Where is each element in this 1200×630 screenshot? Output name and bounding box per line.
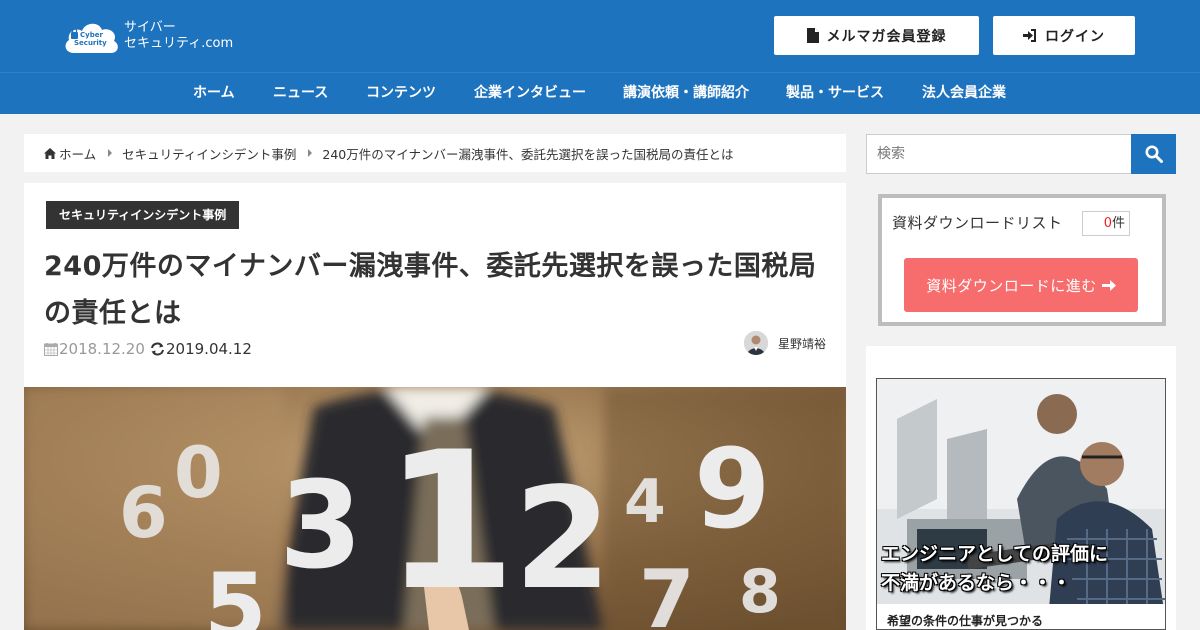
- site-logo[interactable]: Cyber Security サイバー セキュリティ.com: [62, 16, 233, 56]
- breadcrumb-category[interactable]: セキュリティインシデント事例: [122, 144, 296, 163]
- hero-image: 6 0 5 3 1 2 4 9 7 8: [24, 387, 846, 630]
- document-icon: [806, 28, 819, 43]
- article-card: セキュリティインシデント事例 240万件のマイナンバー漏洩事件、委託先選択を誤っ…: [24, 183, 846, 630]
- search-widget: [866, 134, 1176, 174]
- ad-banner[interactable]: エンジニアとしての評価に 不満があるなら・・・ 希望の条件の仕事が見つかる: [876, 378, 1166, 630]
- sign-in-icon: [1023, 29, 1036, 42]
- nav-item-products[interactable]: 製品・サービス: [786, 73, 884, 115]
- logo-text: サイバー セキュリティ.com: [124, 20, 233, 52]
- article-title: 240万件のマイナンバー漏洩事件、委託先選択を誤った国税局の責任とは: [44, 251, 817, 329]
- nav-item-news[interactable]: ニュース: [273, 73, 328, 115]
- nav-item-contents[interactable]: コンテンツ: [366, 73, 436, 115]
- author-name: 星野靖裕: [777, 336, 826, 351]
- hero-digit: 0: [174, 432, 223, 514]
- category-label[interactable]: セキュリティインシデント事例: [46, 201, 240, 229]
- author[interactable]: 星野靖裕: [743, 331, 826, 355]
- updated-date-text: 2019.04.12: [166, 340, 252, 358]
- hero-digit: 4: [624, 467, 666, 537]
- calendar-icon: [44, 343, 58, 356]
- nav-item-home[interactable]: ホーム: [193, 73, 235, 115]
- caret-right-icon: [308, 149, 313, 157]
- logo-line2: セキュリティ.com: [124, 36, 234, 51]
- mailmag-signup-label: メルマガ会員登録: [826, 28, 947, 45]
- hero-digit: 9: [694, 425, 771, 553]
- logo-badge-line1: Cyber: [80, 31, 103, 39]
- search-button[interactable]: [1131, 134, 1176, 174]
- download-proceed-label: 資料ダウンロードに進む: [926, 276, 1097, 295]
- ad-headline-line1: エンジニアとしての評価に: [881, 543, 1109, 565]
- download-proceed-button[interactable]: 資料ダウンロードに進む: [904, 258, 1138, 312]
- global-nav: ホーム ニュース コンテンツ 企業インタビュー 講演依頼・講師紹介 製品・サービ…: [0, 72, 1200, 114]
- nav-item-lecture[interactable]: 講演依頼・講師紹介: [623, 73, 749, 115]
- nav-item-interview[interactable]: 企業インタビュー: [474, 73, 586, 115]
- search-input[interactable]: [866, 134, 1132, 174]
- login-button[interactable]: ログイン: [993, 16, 1135, 55]
- hero-digit: 8: [739, 557, 781, 627]
- hero-digit: 3: [279, 457, 363, 596]
- breadcrumb: ホーム セキュリティインシデント事例 240万件のマイナンバー漏洩事件、委託先選…: [24, 134, 846, 172]
- download-count-number: 0: [1103, 216, 1112, 231]
- logo-line1: サイバー: [124, 20, 176, 35]
- ad-headline-line2: 不満があるなら・・・: [881, 572, 1072, 594]
- arrow-right-icon: [1101, 279, 1116, 291]
- published-date-text: 2018.12.20: [59, 340, 145, 358]
- site-header: Cyber Security サイバー セキュリティ.com メルマガ会員登録 …: [0, 0, 1200, 72]
- login-label: ログイン: [1045, 28, 1105, 45]
- nav-item-corporate[interactable]: 法人会員企業: [922, 73, 1006, 115]
- home-icon: [44, 147, 56, 159]
- hero-digit: 5: [204, 554, 267, 630]
- hero-digit: 7: [639, 553, 695, 630]
- breadcrumb-home[interactable]: ホーム: [59, 144, 96, 163]
- download-list-widget: 資料ダウンロードリスト 0件 資料ダウンロードに進む: [878, 194, 1166, 326]
- mailmag-signup-button[interactable]: メルマガ会員登録: [774, 16, 979, 55]
- author-avatar: [743, 331, 768, 355]
- download-list-label: 資料ダウンロードリスト: [892, 214, 1063, 232]
- updated-date: 2019.04.12: [150, 340, 252, 358]
- search-icon: [1145, 145, 1163, 163]
- hero-digit: 2: [514, 458, 611, 621]
- published-date: 2018.12.20: [44, 340, 145, 358]
- download-count: 0件: [1082, 211, 1130, 236]
- ad-widget: エンジニアとしての評価に 不満があるなら・・・ 希望の条件の仕事が見つかる: [866, 346, 1176, 630]
- hero-digit: 1: [384, 411, 516, 630]
- hero-digit: 6: [119, 472, 168, 554]
- caret-right-icon: [108, 149, 113, 157]
- logo-badge-line2: Security: [74, 39, 107, 47]
- ad-subtext: 希望の条件の仕事が見つかる: [877, 604, 1165, 629]
- download-count-unit: 件: [1111, 216, 1125, 231]
- cloud-icon: Cyber Security: [62, 17, 122, 55]
- refresh-icon: [151, 342, 164, 356]
- breadcrumb-current: 240万件のマイナンバー漏洩事件、委託先選択を誤った国税局の責任とは: [322, 146, 734, 162]
